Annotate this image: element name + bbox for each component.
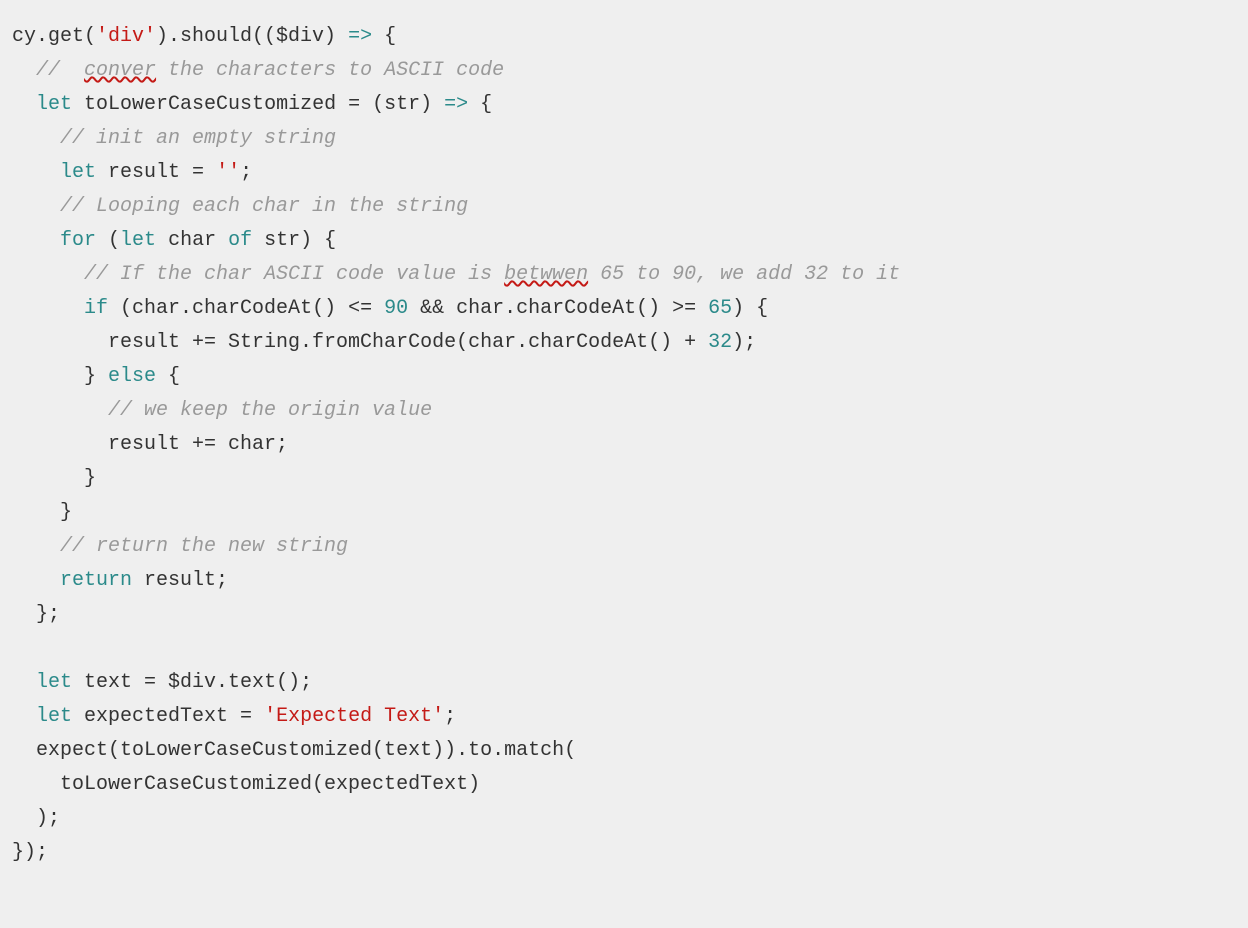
code-line-11: } else {: [12, 365, 180, 388]
code-line-2: // conver the characters to ASCII code: [12, 59, 504, 82]
code-block: cy.get('div').should(($div) => { // conv…: [0, 0, 1248, 890]
code-line-1: cy.get('div').should(($div) => {: [12, 25, 396, 48]
code-line-8: // If the char ASCII code value is betww…: [12, 263, 900, 286]
code-line-17: return result;: [12, 569, 228, 592]
code-line-3: let toLowerCaseCustomized = (str) => {: [12, 93, 492, 116]
code-line-21: let expectedText = 'Expected Text';: [12, 705, 456, 728]
code-line-10: result += String.fromCharCode(char.charC…: [12, 331, 756, 354]
code-line-25: });: [12, 841, 48, 864]
code-line-23: toLowerCaseCustomized(expectedText): [12, 773, 480, 796]
code-line-20: let text = $div.text();: [12, 671, 312, 694]
code-line-13: result += char;: [12, 433, 288, 456]
code-line-16: // return the new string: [12, 535, 348, 558]
code-line-6: // Looping each char in the string: [12, 195, 468, 218]
code-line-18: };: [12, 603, 60, 626]
code-line-14: }: [12, 467, 96, 490]
code-line-5: let result = '';: [12, 161, 252, 184]
code-line-22: expect(toLowerCaseCustomized(text)).to.m…: [12, 739, 576, 762]
code-line-4: // init an empty string: [12, 127, 336, 150]
code-line-12: // we keep the origin value: [12, 399, 432, 422]
code-line-24: );: [12, 807, 60, 830]
code-line-15: }: [12, 501, 72, 524]
code-line-7: for (let char of str) {: [12, 229, 336, 252]
code-line-9: if (char.charCodeAt() <= 90 && char.char…: [12, 297, 768, 320]
